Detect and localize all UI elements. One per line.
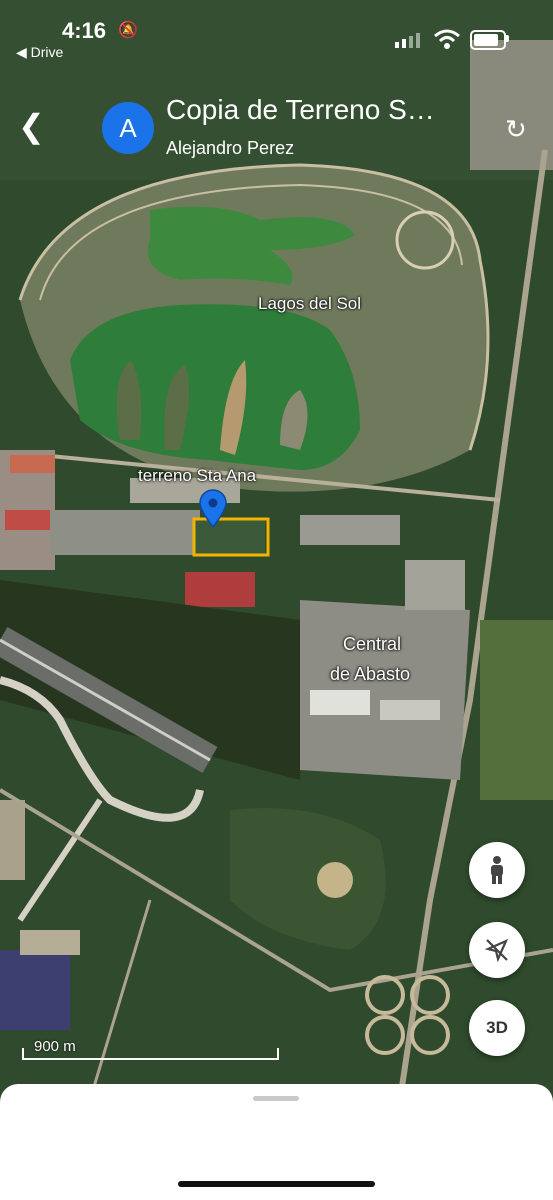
owner-name: Alejandro Perez — [166, 138, 295, 158]
bottom-sheet[interactable] — [0, 1084, 553, 1200]
map-label-lagos[interactable]: Lagos del Sol — [258, 294, 361, 314]
status-time: 4:16 — [62, 18, 107, 43]
map-label-central-line2[interactable]: de Abasto — [330, 664, 410, 685]
scale-bar — [22, 1048, 279, 1060]
avatar[interactable]: A — [102, 102, 154, 154]
back-to-app-link[interactable]: ◀ Drive — [16, 44, 63, 61]
location-button[interactable] — [469, 922, 525, 978]
3d-toggle-button[interactable]: 3D — [469, 1000, 525, 1056]
wifi-icon — [434, 29, 460, 49]
map-header: ❮ A Copia de Terreno S… Alejandro Perez … — [0, 88, 553, 168]
battery-icon — [470, 30, 506, 50]
signal-icon — [395, 33, 420, 48]
map-label-central-line1[interactable]: Central — [343, 634, 401, 655]
pegman-icon — [491, 856, 503, 884]
map-label-terreno[interactable]: terreno Sta Ana — [138, 466, 256, 486]
battery-tip — [506, 35, 509, 42]
status-bar: 4:16 🔕 ◀ Drive — [0, 0, 553, 70]
refresh-icon[interactable]: ↻ — [505, 114, 527, 145]
drag-handle[interactable] — [253, 1096, 299, 1101]
back-chevron-icon[interactable]: ❮ — [18, 110, 45, 142]
home-indicator — [178, 1181, 375, 1187]
location-off-icon — [484, 938, 509, 963]
bell-muted-icon: 🔕 — [118, 22, 138, 39]
page-title: Copia de Terreno S… — [166, 94, 435, 125]
street-view-button[interactable] — [469, 842, 525, 898]
